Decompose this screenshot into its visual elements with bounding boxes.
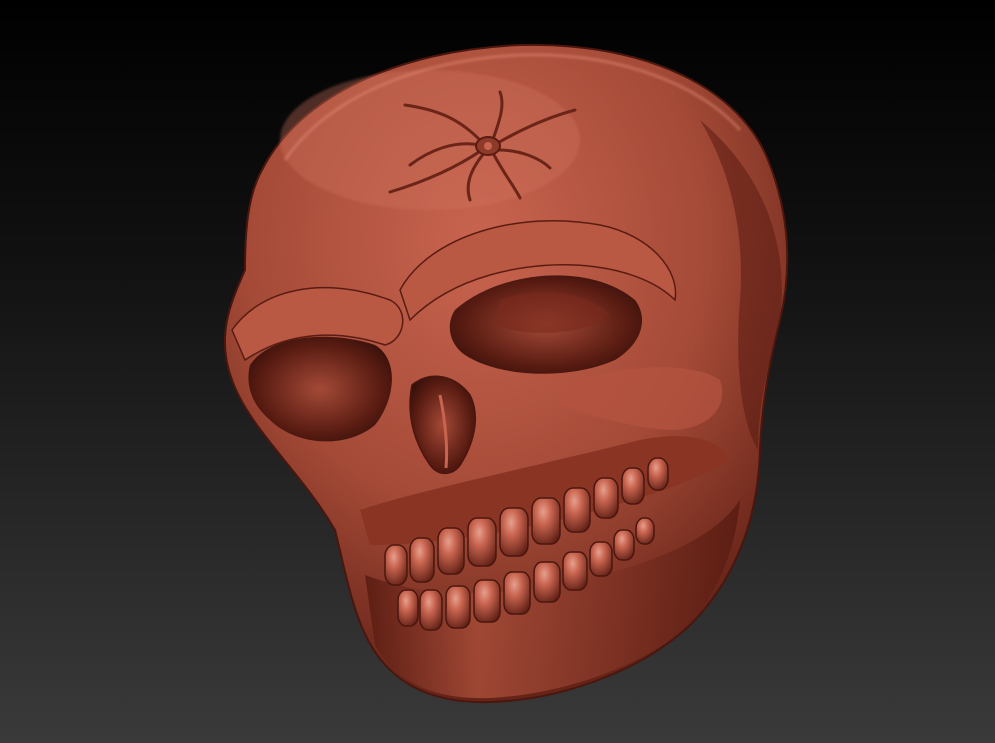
lower-tooth bbox=[635, 517, 655, 545]
upper-tooth bbox=[621, 467, 645, 505]
lower-tooth bbox=[533, 561, 561, 603]
lower-tooth bbox=[503, 571, 531, 615]
sculpt-canvas[interactable] bbox=[0, 0, 995, 743]
upper-tooth bbox=[384, 544, 408, 586]
lower-tooth bbox=[613, 529, 635, 561]
lower-tooth bbox=[445, 585, 471, 629]
upper-tooth bbox=[437, 527, 465, 575]
upper-tooth bbox=[531, 497, 561, 545]
upper-tooth bbox=[593, 477, 619, 519]
upper-tooth bbox=[409, 537, 435, 583]
upper-tooth bbox=[499, 507, 529, 557]
upper-tooth bbox=[467, 517, 497, 567]
lower-tooth bbox=[562, 551, 588, 591]
upper-tooth bbox=[563, 487, 591, 533]
lower-tooth bbox=[473, 579, 501, 623]
sculpt-viewport[interactable] bbox=[0, 0, 995, 743]
lower-tooth bbox=[589, 541, 613, 577]
lower-tooth bbox=[419, 589, 443, 631]
upper-tooth bbox=[647, 457, 669, 491]
forehead-highlight bbox=[280, 70, 580, 210]
lower-tooth bbox=[397, 589, 419, 627]
